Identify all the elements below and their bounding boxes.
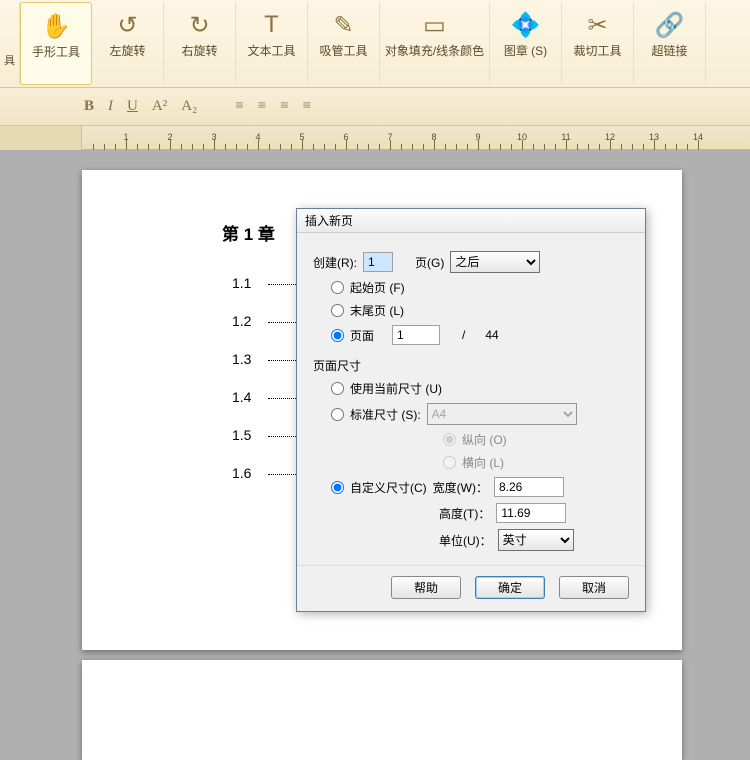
ribbon-prev-fragment: 具 — [0, 2, 20, 85]
page-number-input[interactable] — [392, 325, 440, 345]
unit-label: 单位(U)： — [439, 532, 492, 549]
stamp-icon: 💠 — [511, 10, 541, 40]
start-page-radio[interactable] — [331, 281, 344, 294]
slash: / — [462, 328, 465, 342]
page-size-label: 页面尺寸 — [313, 357, 629, 374]
height-input[interactable] — [496, 503, 566, 523]
toc-number: 1.6 — [232, 465, 268, 481]
rotate-right-button[interactable]: ↻右旋转 — [164, 2, 236, 85]
underline-button[interactable]: U — [127, 98, 138, 115]
toc-number: 1.2 — [232, 313, 268, 329]
insert-page-dialog: 插入新页 创建(R): 页(G) 之后 起始页 (F) 末尾页 (L) 页面 /… — [296, 208, 646, 612]
total-pages: 44 — [485, 328, 498, 342]
portrait-radio[interactable] — [443, 433, 456, 446]
portrait-label: 纵向 (O) — [462, 431, 507, 448]
align-justify-button[interactable]: ≡ — [303, 98, 311, 115]
custom-size-radio[interactable] — [331, 481, 344, 494]
align-left-button[interactable]: ≡ — [235, 98, 243, 115]
help-button[interactable]: 帮助 — [391, 576, 461, 599]
rotate-left-icon: ↺ — [117, 10, 137, 40]
horizontal-ruler: 1234567891011121314 — [0, 126, 750, 150]
create-count-input[interactable] — [363, 252, 393, 272]
stamp-button[interactable]: 💠图章 (S) — [490, 2, 562, 85]
superscript-button[interactable]: A² — [152, 98, 167, 115]
use-current-size-radio[interactable] — [331, 382, 344, 395]
landscape-label: 横向 (L) — [462, 454, 504, 471]
standard-size-label: 标准尺寸 (S): — [350, 406, 421, 423]
toc-number: 1.4 — [232, 389, 268, 405]
toc-number: 1.1 — [232, 275, 268, 291]
eyedropper-tool-button[interactable]: ✎吸管工具 — [308, 2, 380, 85]
toc-number: 1.3 — [232, 351, 268, 367]
landscape-radio[interactable] — [443, 456, 456, 469]
fill-stroke-button[interactable]: ▭对象填充/线条颜色 — [380, 2, 490, 85]
hand-tool-button[interactable]: ✋手形工具 — [20, 2, 92, 85]
rotate-left-button[interactable]: ↺左旋转 — [92, 2, 164, 85]
subscript-button[interactable]: A₂ — [181, 98, 197, 115]
position-select[interactable]: 之后 — [450, 251, 540, 273]
rotate-right-icon: ↻ — [189, 10, 209, 40]
standard-size-radio[interactable] — [331, 408, 344, 421]
bold-button[interactable]: B — [84, 98, 94, 115]
width-input[interactable] — [494, 477, 564, 497]
crop-tool-button[interactable]: ✂裁切工具 — [562, 2, 634, 85]
text-icon: T — [264, 10, 279, 40]
start-page-label: 起始页 (F) — [350, 279, 405, 296]
create-label: 创建(R): — [313, 254, 357, 271]
unit-select[interactable]: 英寸 — [498, 529, 574, 551]
align-center-button[interactable]: ≡ — [258, 98, 266, 115]
cancel-button[interactable]: 取消 — [559, 576, 629, 599]
end-page-label: 末尾页 (L) — [350, 302, 404, 319]
link-icon: 🔗 — [655, 10, 685, 40]
page-next — [82, 660, 682, 760]
format-toolbar: B I U A² A₂ ≡ ≡ ≡ ≡ — [0, 88, 750, 126]
use-current-label: 使用当前尺寸 (U) — [350, 380, 442, 397]
crop-icon: ✂ — [587, 10, 607, 40]
height-label: 高度(T)： — [439, 505, 490, 522]
text-tool-button[interactable]: T文本工具 — [236, 2, 308, 85]
eyedropper-icon: ✎ — [333, 10, 353, 40]
align-right-button[interactable]: ≡ — [280, 98, 288, 115]
page-g-label: 页(G) — [415, 254, 444, 271]
italic-button[interactable]: I — [108, 98, 113, 115]
page-number-radio[interactable] — [331, 329, 344, 342]
hyperlink-button[interactable]: 🔗超链接 — [634, 2, 706, 85]
toc-number: 1.5 — [232, 427, 268, 443]
ribbon-toolbar: 具 ✋手形工具 ↺左旋转 ↻右旋转 T文本工具 ✎吸管工具 ▭对象填充/线条颜色… — [0, 0, 750, 88]
hand-icon: ✋ — [41, 11, 71, 41]
fill-icon: ▭ — [423, 10, 446, 40]
page-label: 页面 — [350, 327, 386, 344]
ok-button[interactable]: 确定 — [475, 576, 545, 599]
dialog-title: 插入新页 — [297, 209, 645, 233]
custom-size-label: 自定义尺寸(C) — [350, 479, 427, 496]
width-label: 宽度(W)： — [433, 479, 488, 496]
standard-size-select[interactable]: A4 — [427, 403, 577, 425]
end-page-radio[interactable] — [331, 304, 344, 317]
